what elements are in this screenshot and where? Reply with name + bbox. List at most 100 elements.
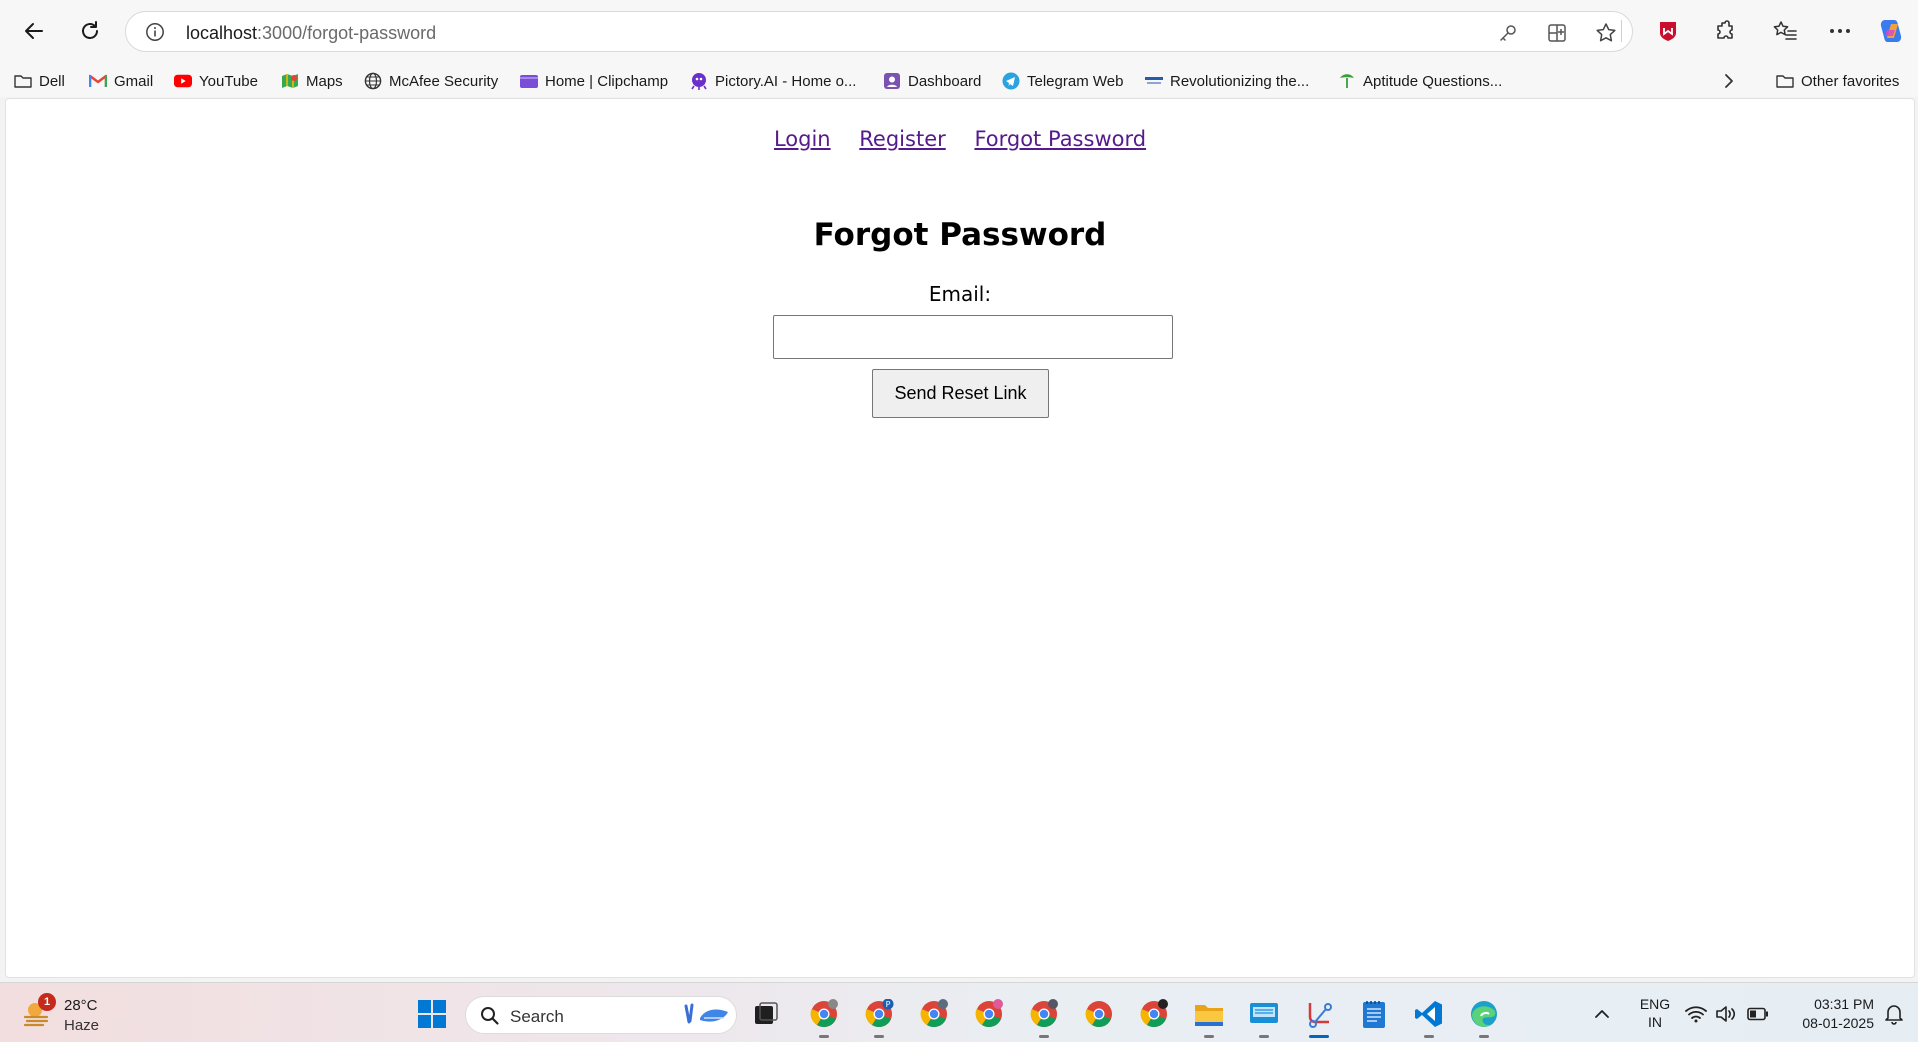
password-key-icon[interactable] [1496,21,1520,45]
extensions-puzzle-icon[interactable] [1710,15,1740,47]
taskbar-chrome-profile-p[interactable]: P [861,996,897,1038]
file-explorer-icon [1195,1005,1223,1026]
login-link[interactable]: Login [774,127,831,151]
notification-bell-icon [1885,1005,1903,1025]
youtube-icon [174,72,192,90]
bookmark-clipchamp[interactable]: Home | Clipchamp [520,69,668,93]
bookmark-maps[interactable]: Maps [281,69,343,93]
taskbar-snipping-tool[interactable] [1301,996,1337,1038]
taskbar-chrome[interactable] [1081,996,1117,1032]
notepad-icon [1363,1001,1385,1028]
bookmark-youtube[interactable]: YouTube [174,69,258,93]
url-text[interactable]: localhost:3000/forgot-password [186,23,436,44]
language-code: ENG [1639,996,1671,1012]
clipchamp-icon [520,72,538,90]
copilot-icon[interactable] [1876,15,1906,47]
more-options-icon[interactable] [1825,15,1855,47]
other-favorites[interactable]: Other favorites [1776,69,1899,93]
folder-icon [14,72,32,90]
page-viewport: Login Register Forgot Password Forgot Pa… [5,98,1915,978]
notifications-button[interactable] [1876,996,1912,1032]
battery-icon [1747,1007,1768,1021]
bookmark-label: Home | Clipchamp [545,72,669,90]
email-field[interactable] [773,315,1173,359]
bookmark-dashboard[interactable]: Dashboard [883,69,981,93]
taskbar-vscode[interactable] [1411,996,1447,1038]
running-indicator [1309,1035,1329,1038]
bookmark-dell[interactable]: Dell [14,69,65,93]
bookmark-label: Dashboard [908,72,982,90]
chrome-icon: P [865,999,894,1028]
site-icon [1145,72,1163,90]
weather-badge: 1 [38,993,56,1011]
reload-icon [82,21,98,39]
bookmark-label: Dell [39,72,65,90]
other-favorites-label: Other favorites [1801,72,1900,90]
forgot-password-link[interactable]: Forgot Password [974,127,1146,151]
bookmark-label: Aptitude Questions... [1363,72,1503,90]
start-button[interactable] [414,996,450,1032]
taskbar-search[interactable]: Search [465,996,737,1034]
search-icon [481,1007,499,1025]
taskbar-notepad[interactable] [1356,996,1392,1032]
favorites-list-icon[interactable] [1770,15,1800,47]
volume-status[interactable] [1708,996,1744,1032]
bookmark-mcafee[interactable]: McAfee Security [364,69,498,93]
battery-status[interactable] [1740,996,1776,1032]
browser-toolbar: localhost:3000/forgot-password [0,0,1918,63]
address-bar[interactable]: localhost:3000/forgot-password [125,11,1633,52]
snipping-tool-icon [1308,1003,1332,1028]
taskbar-chrome-profile-9[interactable] [971,996,1007,1032]
globe-icon [364,72,382,90]
show-hidden-icons-button[interactable] [1584,996,1620,1032]
bookmark-label: YouTube [199,72,258,90]
toolbar-separator [1621,20,1622,42]
site-info-icon[interactable] [144,21,166,43]
app-available-icon[interactable] [1545,21,1569,45]
chevron-up-icon [1595,1010,1609,1018]
bookmark-pictory[interactable]: Pictory.AI - Home o... [690,69,856,93]
taskbar-chrome-profile-9b[interactable] [1026,996,1062,1038]
chevron-right-icon [1720,72,1738,90]
email-label: Email: [928,282,992,306]
running-indicator [874,1035,884,1038]
bookmark-label: Maps [306,72,343,90]
register-link[interactable]: Register [859,127,945,151]
page-title: Forgot Password [813,217,1107,253]
send-reset-link-button[interactable]: Send Reset Link [872,369,1049,418]
bookmarks-overflow-button[interactable] [1720,69,1738,93]
url-path: :3000/forgot-password [257,23,437,43]
taskbar-edge[interactable] [1466,996,1502,1038]
taskbar-file-explorer[interactable] [1191,996,1227,1038]
running-indicator [1259,1035,1269,1038]
favorite-star-icon[interactable] [1594,21,1618,45]
pictory-icon [690,72,708,90]
vscode-icon [1415,1001,1442,1027]
gmail-icon [89,72,107,90]
reload-button[interactable] [72,13,108,49]
taskbar-chrome-profile-person[interactable] [1136,996,1172,1032]
folder-icon [1776,72,1794,90]
system-clock[interactable]: 03:31 PM 08-01-2025 [1784,995,1874,1033]
taskbar: 1 28°C Haze Search P ENG IN 03:31 PM 08-… [0,982,1918,1042]
taskbar-keyboard-app[interactable] [1246,996,1282,1038]
bookmark-aptitude[interactable]: Aptitude Questions... [1338,69,1502,93]
bookmark-label: Pictory.AI - Home o... [715,72,857,90]
bookmark-telegram[interactable]: Telegram Web [1002,69,1123,93]
taskbar-chrome-profile-a[interactable] [916,996,952,1032]
taskbar-chrome-profile-1[interactable] [806,996,842,1038]
search-highlight-icon [684,1003,728,1024]
task-view-button[interactable] [748,996,784,1032]
maps-icon [281,72,299,90]
weather-widget[interactable]: 1 28°C Haze [20,993,140,1035]
back-button[interactable] [16,13,52,49]
speaker-icon [1716,1006,1736,1022]
running-indicator [1479,1035,1489,1038]
bookmark-gmail[interactable]: Gmail [89,69,153,93]
mcafee-extension-icon[interactable] [1653,15,1683,47]
chrome-icon [1140,999,1168,1028]
bookmark-revolutionizing[interactable]: Revolutionizing the... [1145,69,1309,93]
edge-icon [1471,1001,1497,1027]
svg-text:P: P [886,1000,891,1009]
language-indicator[interactable]: ENG IN [1635,995,1675,1035]
